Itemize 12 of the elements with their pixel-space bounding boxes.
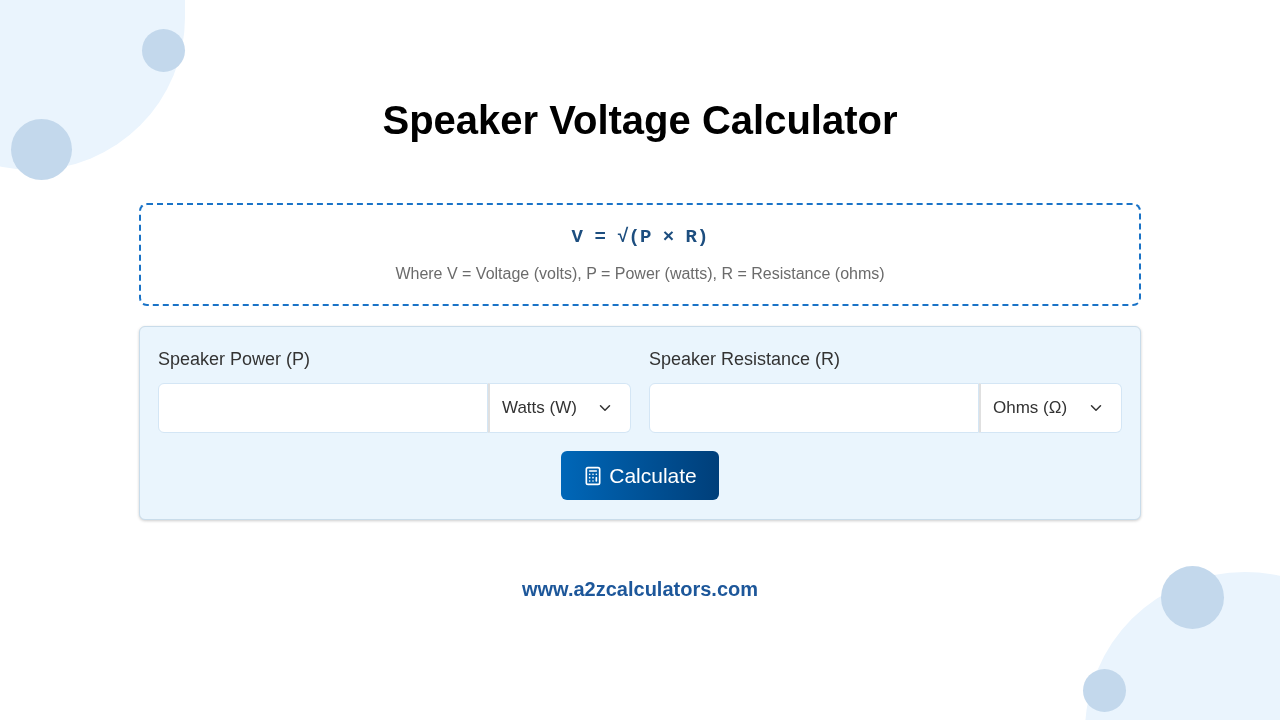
website-link[interactable]: www.a2zcalculators.com: [522, 574, 758, 604]
field-label: Speaker Resistance (R): [649, 348, 842, 371]
number-input-field[interactable]: [649, 383, 979, 433]
formula-legend: Where V = Voltage (volts), P = Power (watts), R = Resistance (ohms): [395, 261, 885, 286]
number-input-field[interactable]: [158, 383, 488, 433]
calculator-icon: [583, 465, 604, 486]
unit-select[interactable]: Watts (W): [488, 383, 631, 433]
unit-select[interactable]: Ohms (Ω): [979, 383, 1122, 433]
formula: V = √(P × R): [571, 225, 709, 251]
calculate-button[interactable]: Calculate: [561, 451, 719, 500]
field-label: Speaker Power (P): [158, 348, 312, 371]
page-title: Speaker Voltage Calculator: [382, 97, 898, 144]
